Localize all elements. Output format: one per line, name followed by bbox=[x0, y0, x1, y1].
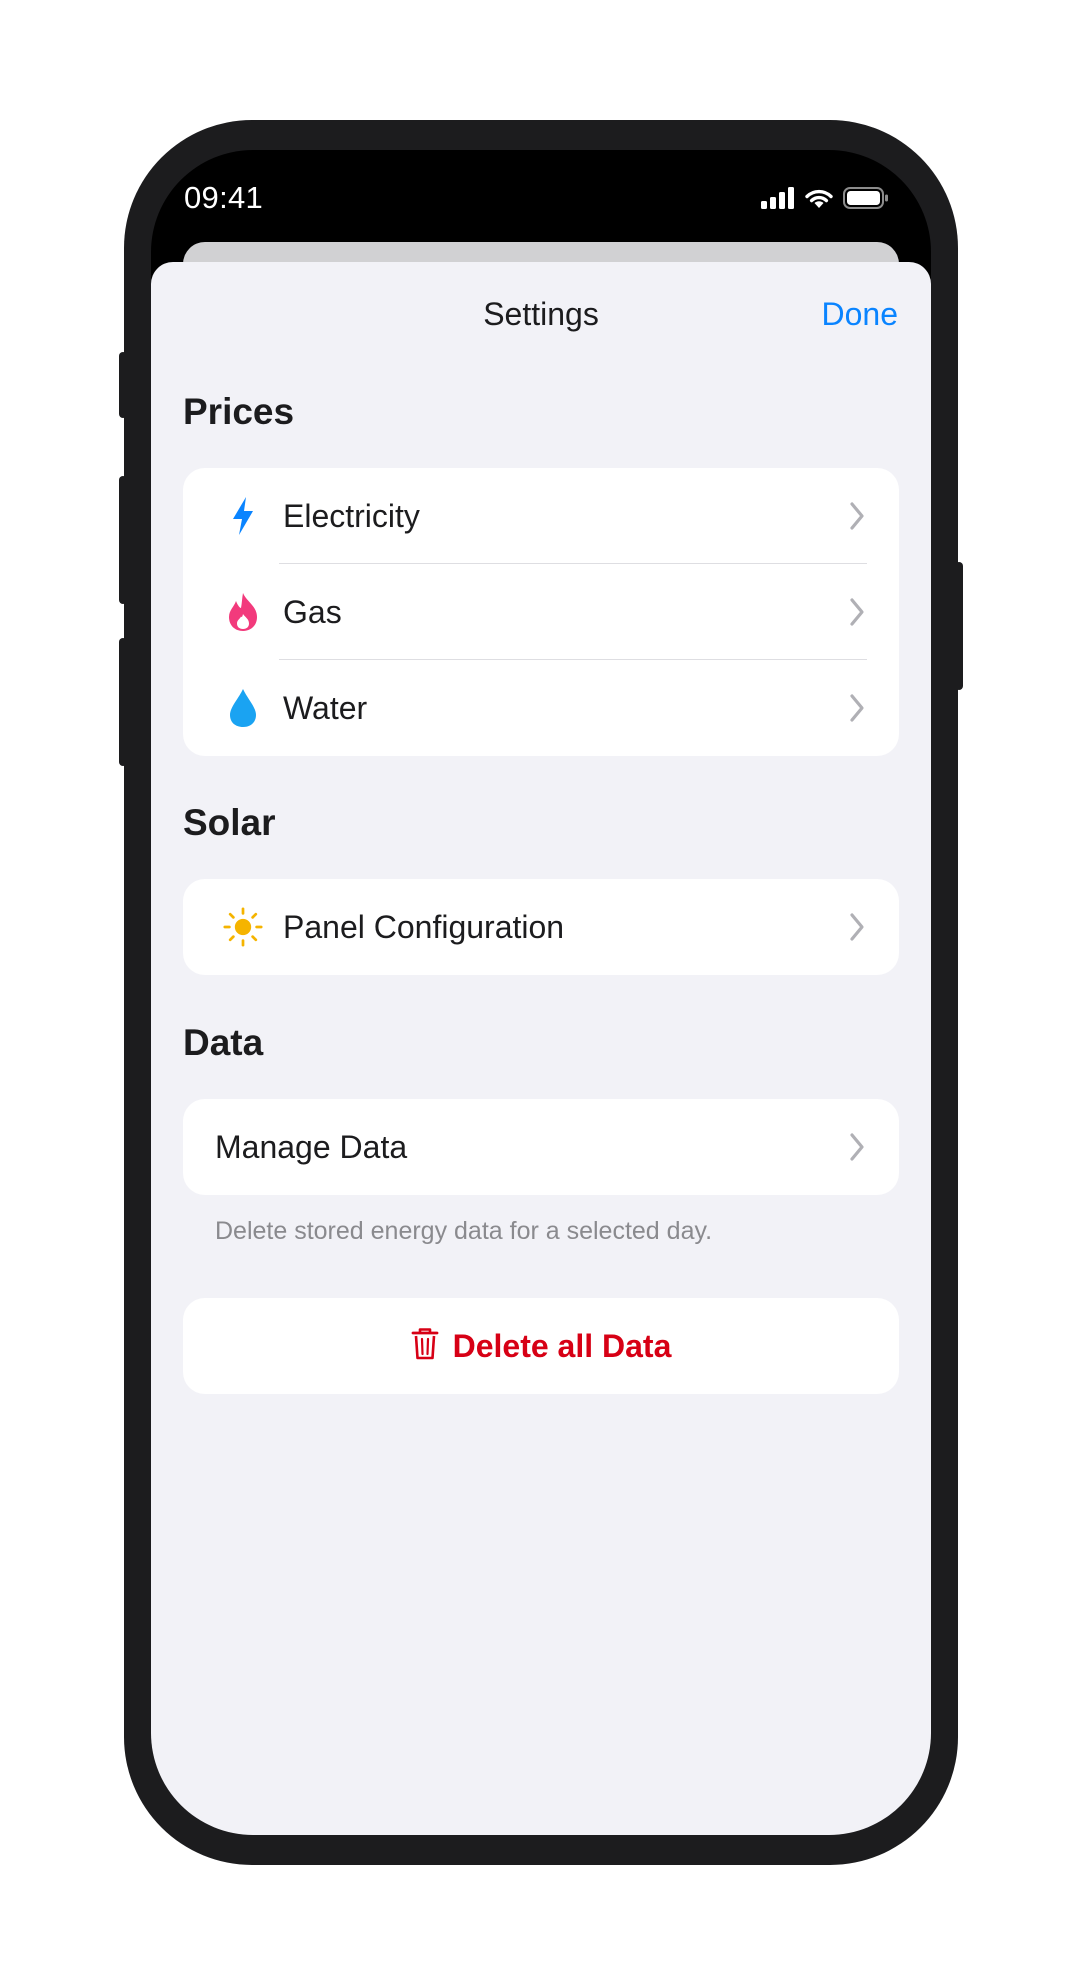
section-header-data: Data bbox=[183, 1022, 264, 1063]
list-item-label: Water bbox=[283, 689, 368, 726]
chevron-right-icon bbox=[850, 1133, 864, 1161]
list-item-label: Electricity bbox=[283, 497, 420, 534]
sun-icon bbox=[223, 907, 263, 947]
drop-icon bbox=[223, 688, 263, 728]
wifi-icon bbox=[805, 189, 833, 208]
bolt-icon bbox=[223, 496, 263, 536]
chevron-right-icon bbox=[850, 694, 864, 722]
section-header-prices: Prices bbox=[183, 391, 295, 432]
done-button[interactable]: Done bbox=[822, 296, 899, 333]
list-item-water[interactable]: Water bbox=[183, 660, 899, 756]
trash-icon bbox=[411, 1327, 439, 1366]
chevron-right-icon bbox=[850, 913, 864, 941]
list-item-electricity[interactable]: Electricity bbox=[183, 468, 899, 564]
cellular-signal-icon bbox=[761, 187, 794, 209]
chevron-right-icon bbox=[850, 598, 864, 626]
list-item-panel-configuration[interactable]: Panel Configuration bbox=[183, 879, 899, 975]
delete-all-data-button[interactable]: Delete all Data bbox=[183, 1298, 899, 1394]
data-footer-note: Delete stored energy data for a selected… bbox=[215, 1217, 713, 1245]
status-time: 09:41 bbox=[184, 180, 264, 215]
section-header-solar: Solar bbox=[183, 802, 276, 843]
solar-list: Panel Configuration bbox=[183, 879, 899, 975]
list-item-label: Manage Data bbox=[215, 1128, 408, 1165]
list-item-label: Gas bbox=[283, 593, 342, 630]
list-item-gas[interactable]: Gas bbox=[183, 564, 899, 660]
list-item-manage-data[interactable]: Manage Data bbox=[183, 1099, 899, 1195]
status-icons bbox=[761, 187, 889, 209]
list-item-label: Panel Configuration bbox=[283, 908, 565, 945]
prices-list: Electricity Gas Water bbox=[183, 468, 899, 756]
phone-screen: 09:41 Settings Done Prices Electricity G… bbox=[151, 150, 931, 1835]
battery-icon bbox=[843, 187, 888, 209]
delete-all-label: Delete all Data bbox=[452, 1327, 672, 1364]
flame-icon bbox=[223, 592, 263, 632]
delete-all-card: Delete all Data bbox=[183, 1298, 899, 1394]
page-title: Settings bbox=[483, 296, 599, 332]
data-list: Manage Data bbox=[183, 1099, 899, 1195]
chevron-right-icon bbox=[850, 502, 864, 530]
settings-sheet: Settings Done Prices Electricity Gas Wat… bbox=[151, 262, 931, 1835]
